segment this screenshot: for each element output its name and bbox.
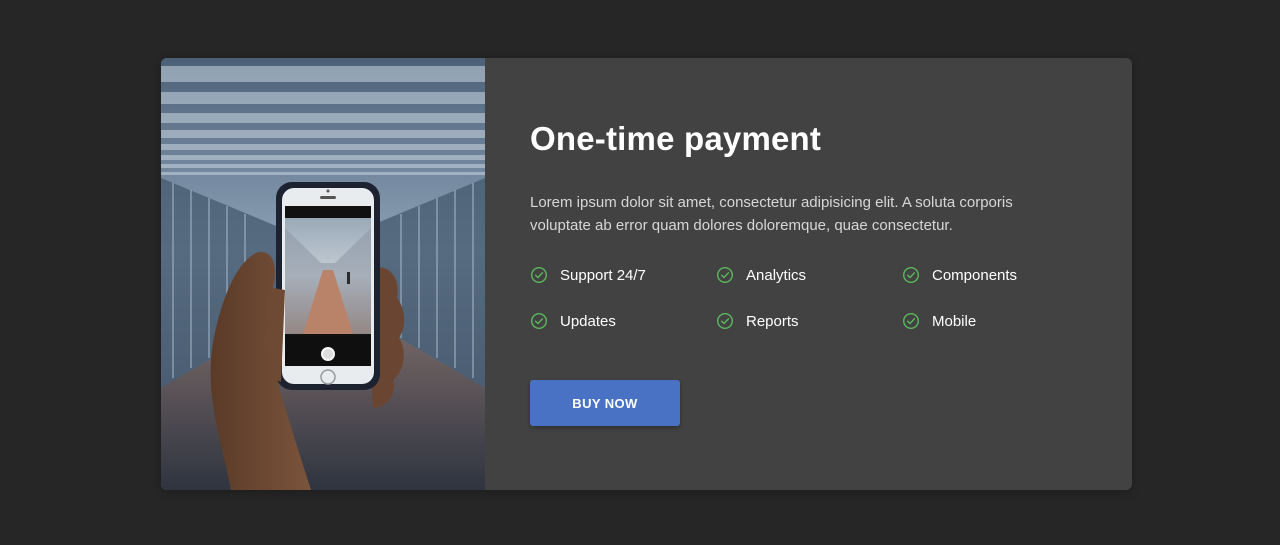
check-circle-icon (716, 266, 734, 284)
pricing-card: One-time payment Lorem ipsum dolor sit a… (161, 58, 1132, 490)
feature-item-reports: Reports (716, 311, 902, 331)
buy-now-button[interactable]: BUY NOW (530, 380, 680, 426)
feature-label: Components (932, 266, 1018, 284)
check-circle-icon (902, 266, 920, 284)
feature-label: Reports (746, 312, 799, 330)
feature-item-support: Support 24/7 (530, 265, 716, 285)
check-circle-icon (530, 312, 548, 330)
card-title: One-time payment (530, 120, 822, 157)
pricing-content: One-time payment Lorem ipsum dolor sit a… (485, 58, 1132, 490)
check-circle-icon (902, 312, 920, 330)
feature-label: Updates (560, 312, 616, 330)
feature-item-mobile: Mobile (902, 311, 1088, 331)
check-circle-icon (530, 266, 548, 284)
feature-item-analytics: Analytics (716, 265, 902, 285)
feature-label: Support 24/7 (560, 266, 646, 284)
feature-item-updates: Updates (530, 311, 716, 331)
check-circle-icon (716, 312, 734, 330)
hand-holding-phone-photo (161, 58, 485, 490)
feature-label: Mobile (932, 312, 977, 330)
feature-label: Analytics (746, 266, 807, 284)
feature-list: Support 24/7 Analytics Components Update… (530, 265, 1090, 331)
feature-item-components: Components (902, 265, 1088, 285)
card-description: Lorem ipsum dolor sit amet, consectetur … (530, 194, 1013, 234)
